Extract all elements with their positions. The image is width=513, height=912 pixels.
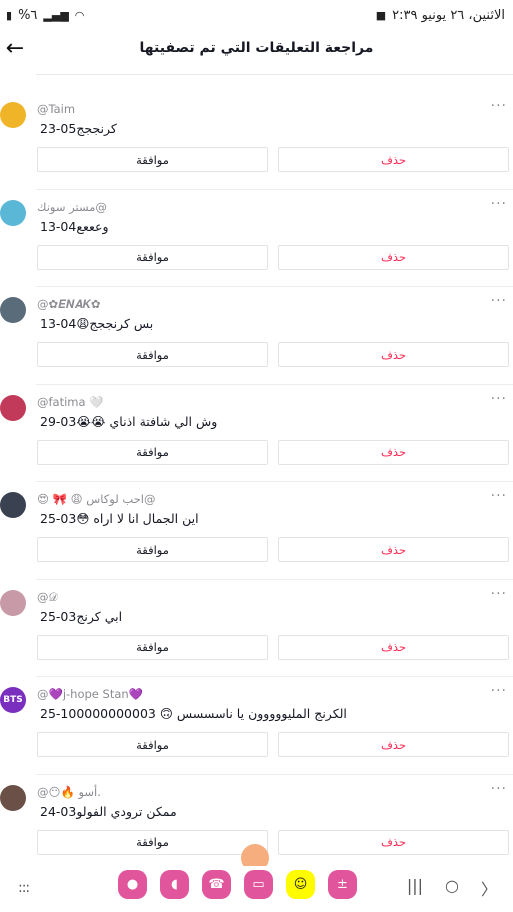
avatar[interactable]: BTS	[0, 687, 26, 713]
more-options-icon[interactable]: ···	[491, 781, 507, 797]
app-root: ▮ %٦ ▂▄▆ ◠ ■ الاثنين، ٢٦ يونيو ٢:٣٩ ← مر…	[0, 0, 513, 912]
delete-button[interactable]: حذف	[278, 537, 509, 562]
comment-date: 03-25	[40, 608, 77, 624]
status-bar: ▮ %٦ ▂▄▆ ◠ ■ الاثنين، ٢٦ يونيو ٢:٣٩	[0, 0, 513, 30]
comment-item: @𝒟 ··· ابي كرنج03-25 موافقة حذف	[0, 580, 513, 678]
approve-button[interactable]: موافقة	[37, 342, 268, 367]
avatar[interactable]	[0, 394, 26, 421]
app-dock: ● ◖ ☎ ▭ ☺ ±	[118, 870, 357, 899]
comment-text: ابي كرنج03-25	[40, 609, 122, 624]
more-options-icon[interactable]: ···	[491, 391, 507, 407]
home-icon[interactable]: ○	[445, 876, 459, 900]
delete-button[interactable]: حذف	[278, 829, 509, 855]
status-datetime: الاثنين، ٢٦ يونيو ٢:٣٩	[392, 7, 505, 23]
signal-icon: ▂▄▆	[43, 8, 69, 22]
delete-button[interactable]: حذف	[278, 244, 509, 270]
delete-button[interactable]: حذف	[278, 147, 509, 172]
comment-username[interactable]: مستر سونك@	[37, 200, 107, 214]
video-record-icon: ■	[375, 8, 387, 22]
comment-username[interactable]: @fatima 🤍	[37, 395, 104, 409]
delete-button[interactable]: حذف	[278, 634, 509, 660]
comment-body: كرنججج	[76, 121, 117, 136]
status-left: ▮ %٦ ▂▄▆ ◠	[6, 8, 84, 23]
comment-text: بس كرنججج😩04-13	[40, 316, 153, 331]
comment-body: ممكن ترودي الفولو	[76, 803, 177, 819]
comment-item: @Taim ··· كرنججج05-23 موافقة حذف	[0, 92, 513, 190]
comment-username[interactable]: @𝒟	[37, 590, 58, 605]
avatar[interactable]	[0, 589, 26, 616]
comment-text: وش الي شافتة اذناي 😭😭03-29	[40, 414, 217, 429]
contacts-app-icon[interactable]: ●	[118, 870, 147, 899]
files-app-icon[interactable]: ▭	[244, 870, 273, 899]
comment-text: وعععع04-13	[40, 219, 109, 234]
status-right: ■ الاثنين، ٢٦ يونيو ٢:٣٩	[376, 8, 505, 23]
comment-username[interactable]: @Taim	[37, 102, 75, 116]
approve-button[interactable]: موافقة	[37, 829, 268, 855]
comment-date: 04-13	[40, 316, 77, 331]
comment-item: BTS @💜j-hope Stan💜 ··· الكرنج المليووووون ي…	[0, 677, 513, 775]
avatar[interactable]	[0, 784, 26, 811]
recents-icon[interactable]: |||	[407, 876, 423, 900]
calculator-app-icon[interactable]: ±	[328, 870, 357, 899]
snapchat-app-icon[interactable]: ☺	[286, 870, 315, 899]
phone-app-icon[interactable]: ☎	[202, 870, 231, 899]
battery-text: %٦	[18, 7, 38, 23]
more-options-icon[interactable]: ···	[491, 683, 507, 699]
page-header: ← مراجعة التعليقات التي تم تصفيتها	[0, 30, 513, 70]
more-options-icon[interactable]: ···	[491, 293, 507, 309]
comment-item: @fatima 🤍 ··· وش الي شافتة اذناي 😭😭03-29 مو…	[0, 385, 513, 483]
comment-text: كرنججج05-23	[40, 121, 117, 136]
comment-text: ممكن ترودي الفولو03-24	[40, 804, 177, 819]
messages-app-icon[interactable]: ◖	[160, 870, 189, 899]
comment-body: ابي كرنج	[76, 608, 123, 624]
comment-text: الكرنج المليووووون يا ناسسسس 🙃 100000000…	[40, 706, 347, 721]
comment-text: اين الجمال انا لا اراه 😳03-25	[40, 511, 199, 526]
app-drawer-icon[interactable]: :::	[18, 880, 30, 896]
divider	[36, 74, 513, 75]
battery-icon: ▮	[6, 8, 13, 22]
delete-button[interactable]: حذف	[278, 732, 509, 757]
more-options-icon[interactable]: ···	[491, 98, 507, 114]
comment-body: وعععع	[76, 218, 109, 234]
comment-date: 03-24	[40, 803, 77, 819]
comment-username[interactable]: @😶🔥 أسو.	[37, 785, 101, 799]
approve-button[interactable]: موافقة	[37, 634, 268, 660]
comment-date: 03-29	[40, 413, 77, 429]
approve-button[interactable]: موافقة	[37, 439, 268, 465]
comment-body: الكرنج المليووووون يا ناسسسس 🙃 100000000…	[60, 706, 347, 721]
more-options-icon[interactable]: ···	[491, 196, 507, 212]
avatar[interactable]	[0, 102, 26, 128]
comment-list: @Taim ··· كرنججج05-23 موافقة حذف مستر سونك@ ··…	[0, 92, 513, 872]
more-options-icon[interactable]: ···	[491, 488, 507, 504]
approve-button[interactable]: موافقة	[37, 732, 268, 757]
system-nav-bar: ::: ● ◖ ☎ ▭ ☺ ± ||| ○ 〉	[0, 866, 513, 912]
comment-username[interactable]: @✿𝑬𝑵𝑨𝑲✿	[37, 297, 100, 312]
comment-username[interactable]: 😍 🎀 😩 احب لوكاس@	[37, 492, 155, 506]
avatar[interactable]	[0, 297, 26, 323]
comment-username[interactable]: @💜j-hope Stan💜	[37, 687, 143, 701]
approve-button[interactable]: موافقة	[37, 537, 268, 562]
comment-date: 04-13	[40, 218, 77, 234]
approve-button[interactable]: موافقة	[37, 147, 268, 172]
delete-button[interactable]: حذف	[278, 439, 509, 465]
more-options-icon[interactable]: ···	[491, 586, 507, 602]
comment-item: 😍 🎀 😩 احب لوكاس@ ··· اين الجمال انا لا ارا…	[0, 482, 513, 580]
nav-back-icon[interactable]: 〉	[481, 876, 497, 900]
delete-button[interactable]: حذف	[278, 342, 509, 367]
comment-body: اين الجمال انا لا اراه 😳	[76, 511, 199, 526]
comment-date: 03-25	[40, 511, 77, 526]
wifi-icon: ◠	[74, 8, 85, 22]
avatar[interactable]	[0, 199, 26, 226]
avatar[interactable]	[0, 492, 26, 518]
comment-item: @✿𝑬𝑵𝑨𝑲✿ ··· بس كرنججج😩04-13 موافقة حذف	[0, 287, 513, 385]
comment-body: وش الي شافتة اذناي 😭😭	[76, 413, 218, 429]
comment-body: بس كرنججج😩	[76, 316, 154, 331]
approve-button[interactable]: موافقة	[37, 244, 268, 270]
comment-date: 05-23	[40, 121, 77, 136]
comment-item: مستر سونك@ ··· وعععع04-13 موافقة حذف	[0, 190, 513, 288]
page-title: مراجعة التعليقات التي تم تصفيتها	[139, 40, 374, 56]
nav-buttons: ||| ○ 〉	[407, 876, 497, 900]
